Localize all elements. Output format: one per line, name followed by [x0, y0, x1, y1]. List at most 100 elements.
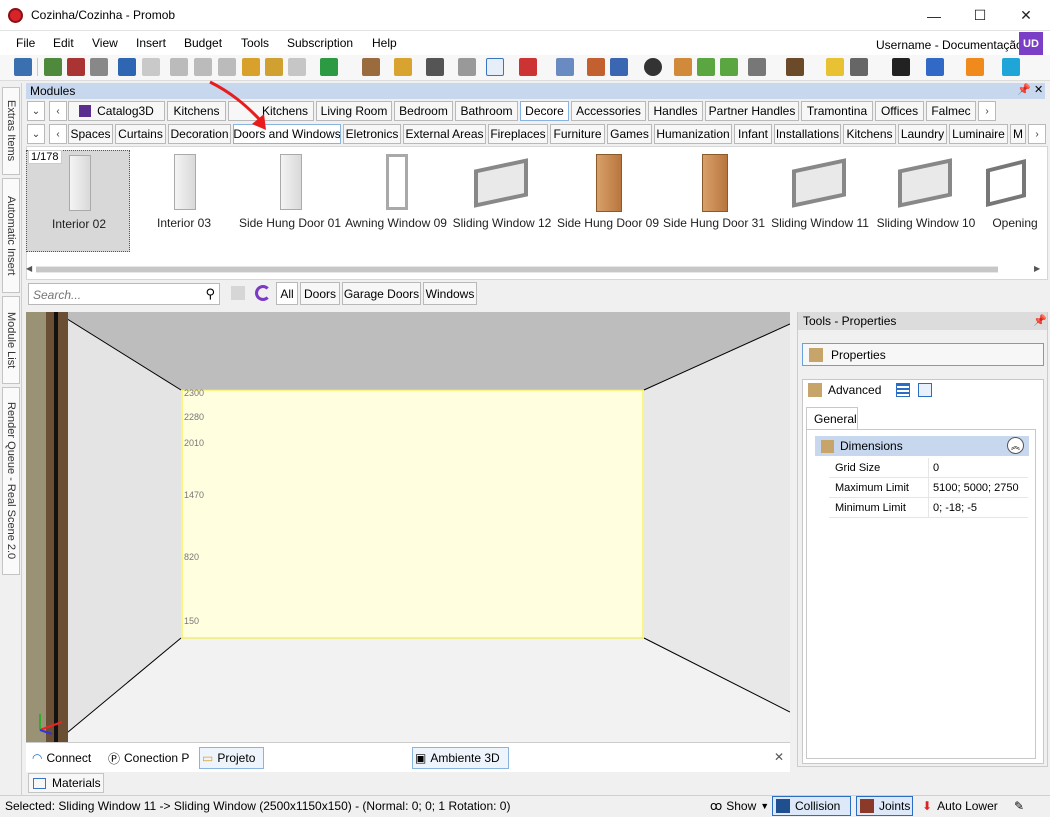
- group-icon[interactable]: [674, 58, 692, 76]
- categorized-view-icon[interactable]: [896, 383, 910, 397]
- property-value[interactable]: 5100; 5000; 2750: [933, 482, 1019, 494]
- gallery-item[interactable]: Sliding Window 10: [874, 150, 978, 252]
- close-viewport-tab-button[interactable]: ✕: [774, 750, 784, 764]
- budget-icon[interactable]: [320, 58, 338, 76]
- sidebar-tab-render-queue[interactable]: Render Queue - Real Scene 2.0: [2, 387, 20, 575]
- gallery-scrollbar-thumb[interactable]: [36, 267, 998, 272]
- tab-handles[interactable]: Handles: [648, 101, 703, 121]
- undo-icon[interactable]: [118, 58, 136, 76]
- tab-offices[interactable]: Offices: [875, 101, 924, 121]
- filter-tab-doors[interactable]: Doors: [300, 282, 340, 305]
- filter-tab-garage-doors[interactable]: Garage Doors: [342, 282, 421, 305]
- modules-icon[interactable]: [362, 58, 380, 76]
- view-3d-icon[interactable]: [610, 58, 628, 76]
- collision-toggle[interactable]: Collision: [772, 796, 851, 816]
- tab-scroll-left-icon[interactable]: ‹: [49, 101, 67, 121]
- refresh-icon[interactable]: [255, 285, 271, 301]
- alphabetical-view-icon[interactable]: [918, 383, 932, 397]
- menu-tools[interactable]: Tools: [241, 36, 269, 50]
- panel-icon[interactable]: [458, 58, 476, 76]
- wall-icon[interactable]: [587, 58, 605, 76]
- modules-close-button[interactable]: ✕: [1034, 83, 1043, 96]
- subtab-laundry[interactable]: Laundry: [898, 124, 947, 144]
- tab-tramontina[interactable]: Tramontina: [801, 101, 873, 121]
- close-window-button[interactable]: ✕: [1003, 0, 1049, 31]
- tab-decore[interactable]: Decore: [520, 101, 569, 121]
- camera-icon[interactable]: [850, 58, 868, 76]
- shape-icon[interactable]: [426, 58, 444, 76]
- frame-icon[interactable]: [748, 58, 766, 76]
- arrow-right-icon[interactable]: [720, 58, 738, 76]
- subtab-spaces[interactable]: Spaces: [68, 124, 113, 144]
- subtab-humanization[interactable]: Humanization: [654, 124, 732, 144]
- menu-edit[interactable]: Edit: [53, 36, 74, 50]
- property-value[interactable]: 0: [933, 462, 939, 474]
- redo-icon[interactable]: [142, 58, 160, 76]
- property-row[interactable]: Maximum Limit 5100; 5000; 2750: [829, 478, 1028, 498]
- subtab-games[interactable]: Games: [607, 124, 652, 144]
- tab-conection-p[interactable]: Ⓟ Conection P: [106, 747, 189, 769]
- measure-icon[interactable]: [519, 58, 537, 76]
- sidebar-tab-automatic-insert[interactable]: Automatic Insert: [2, 178, 20, 293]
- subtab-infant[interactable]: Infant: [734, 124, 772, 144]
- gallery-item[interactable]: Opening: [980, 150, 1050, 252]
- subtab-eletronics[interactable]: Eletronics: [343, 124, 401, 144]
- auto-lower-toggle[interactable]: ⬇ Auto Lower: [922, 796, 998, 816]
- move-icon[interactable]: [892, 58, 910, 76]
- layers-icon[interactable]: [556, 58, 574, 76]
- tab-falmec[interactable]: Falmec: [926, 101, 976, 121]
- subtab-menu-chevron-icon[interactable]: ⌄: [27, 124, 45, 144]
- sidebar-tab-extras[interactable]: Extras Items: [2, 87, 20, 175]
- tab-scroll-right-icon[interactable]: ›: [978, 101, 996, 121]
- subtab-scroll-right-icon[interactable]: ›: [1028, 124, 1046, 144]
- menu-budget[interactable]: Budget: [184, 36, 222, 50]
- tab-connect[interactable]: ◠ Connect: [30, 747, 91, 769]
- gallery-item[interactable]: Interior 03: [132, 150, 236, 252]
- joints-toggle[interactable]: Joints: [856, 796, 913, 816]
- gallery-item[interactable]: Sliding Window 12: [450, 150, 554, 252]
- minimize-button[interactable]: —: [911, 0, 957, 31]
- color-icon[interactable]: [926, 58, 944, 76]
- advanced-header[interactable]: Advanced: [808, 383, 881, 397]
- gallery-scroll-left-icon[interactable]: ◀: [26, 264, 32, 273]
- print-icon[interactable]: [90, 58, 108, 76]
- pin-icon[interactable]: 📌: [1017, 83, 1031, 96]
- sidebar-tab-module-list[interactable]: Module List: [2, 296, 20, 384]
- properties-pin-icon[interactable]: 📌: [1033, 314, 1047, 327]
- tab-catalog3d[interactable]: Catalog3D: [68, 101, 165, 121]
- wand-icon[interactable]: ✎: [1014, 796, 1024, 816]
- gallery-item[interactable]: Sliding Window 11: [768, 150, 872, 252]
- maximize-button[interactable]: ☐: [957, 0, 1003, 31]
- menu-help[interactable]: Help: [372, 36, 397, 50]
- gallery-scroll-right-icon[interactable]: ▶: [1034, 264, 1040, 273]
- gallery-item[interactable]: Side Hung Door 09: [556, 150, 660, 252]
- arrow-left-icon[interactable]: [697, 58, 715, 76]
- export-icon[interactable]: [67, 58, 85, 76]
- select-cursor-icon[interactable]: [486, 58, 504, 76]
- gallery-item[interactable]: Side Hung Door 01: [238, 150, 342, 252]
- search-icon[interactable]: ⚲: [205, 286, 215, 302]
- eye-icon[interactable]: [644, 58, 662, 76]
- menu-subscription[interactable]: Subscription: [287, 36, 353, 50]
- user-avatar[interactable]: UD: [1019, 32, 1043, 56]
- show-dropdown[interactable]: ꝏ Show ▼: [710, 796, 769, 816]
- subtab-kitchens[interactable]: Kitchens: [843, 124, 896, 144]
- menu-file[interactable]: File: [16, 36, 35, 50]
- property-value[interactable]: 0; -18; -5: [933, 502, 977, 514]
- menu-insert[interactable]: Insert: [136, 36, 166, 50]
- gallery-item[interactable]: Awning Window 09: [344, 150, 448, 252]
- light-icon[interactable]: [826, 58, 844, 76]
- subtab-luminaire[interactable]: Luminaire: [949, 124, 1008, 144]
- tab-accessories[interactable]: Accessories: [571, 101, 646, 121]
- materials-tab[interactable]: Materials: [28, 773, 104, 793]
- property-row[interactable]: Minimum Limit 0; -18; -5: [829, 498, 1028, 518]
- gallery-item[interactable]: Side Hung Door 31: [662, 150, 766, 252]
- dimensions-section-header[interactable]: Dimensions: [815, 436, 1029, 456]
- chat-icon[interactable]: [1002, 58, 1020, 76]
- tree-icon[interactable]: [394, 58, 412, 76]
- tab-menu-chevron-icon[interactable]: ⌄: [27, 101, 45, 121]
- subtab-installations[interactable]: Installations: [774, 124, 841, 144]
- tab-partner-handles[interactable]: Partner Handles: [705, 101, 799, 121]
- tab-bedroom[interactable]: Bedroom: [394, 101, 453, 121]
- tab-living-room[interactable]: Living Room: [316, 101, 392, 121]
